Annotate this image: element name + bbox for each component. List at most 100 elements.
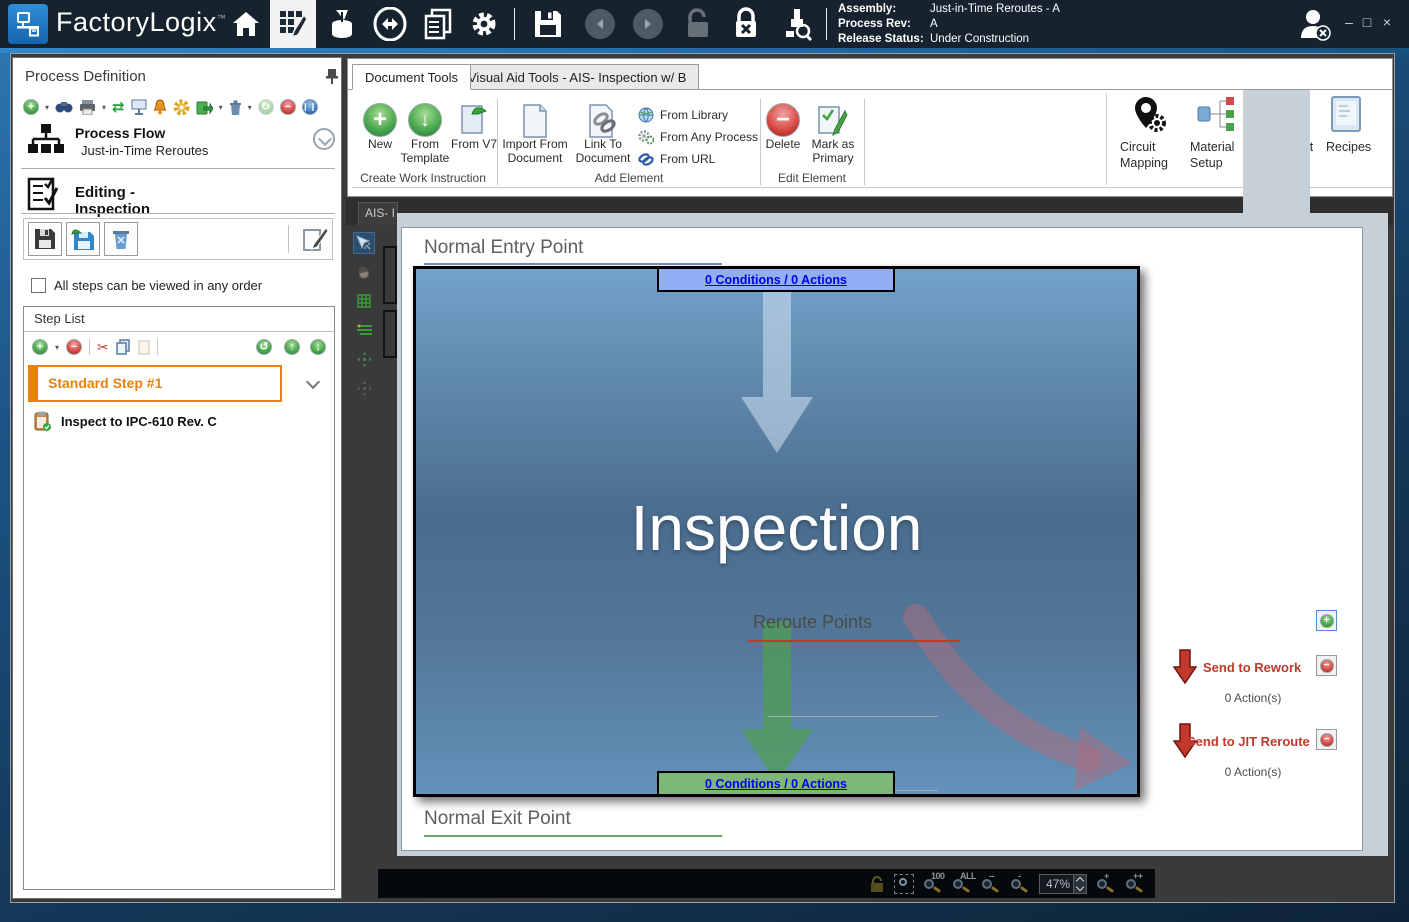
print-icon[interactable] (79, 100, 96, 115)
work-instructions-icon[interactable] (270, 0, 316, 48)
page-thumbnail[interactable] (383, 310, 397, 358)
lock-x-icon[interactable] (726, 6, 766, 42)
maximize-button[interactable]: □ (1356, 14, 1378, 30)
pause-icon[interactable]: ❙❙ (302, 99, 318, 115)
back-icon[interactable] (580, 6, 620, 42)
forward-icon[interactable] (628, 6, 668, 42)
copy-icon[interactable] (116, 339, 131, 355)
zoom-fit-all-icon[interactable]: ALL (952, 874, 972, 894)
reroute-actions-count[interactable]: 0 Action(s) (1178, 691, 1328, 705)
reroute-actions-count[interactable]: 0 Action(s) (1178, 765, 1328, 779)
paste-icon[interactable] (138, 340, 150, 355)
gear-icon[interactable] (173, 99, 190, 116)
export-icon[interactable] (196, 100, 213, 115)
reroute-item-label[interactable]: Send to Rework (1203, 660, 1301, 675)
from-any-process-button[interactable]: From Any Process (638, 127, 758, 147)
edit-step-button[interactable] (298, 222, 332, 256)
checkbox[interactable] (31, 278, 46, 293)
reroute-item-label[interactable]: Send to JIT Reroute (1187, 734, 1310, 749)
circuit-mapping-button[interactable] (1130, 95, 1168, 135)
align-tool-icon[interactable] (353, 319, 375, 341)
from-library-button[interactable]: From Library (638, 105, 728, 125)
pin-icon[interactable] (325, 68, 339, 84)
reroute-arrow-icon (1173, 649, 1197, 685)
reroute-swap-icon[interactable]: ⇄ (112, 98, 125, 116)
process-flow-row[interactable]: Process Flow Just-in-Time Reroutes (27, 122, 327, 160)
collapse-chevron-icon[interactable] (313, 128, 335, 150)
page-thumbnail[interactable] (383, 246, 397, 304)
tab-document-tools[interactable]: Document Tools (352, 64, 471, 90)
zoom-spinner[interactable] (1073, 875, 1086, 893)
zoom-level-field[interactable]: 47% (1039, 874, 1087, 894)
presentation-icon[interactable] (131, 99, 147, 115)
release-status-label: Release Status: (838, 32, 930, 47)
zoom-in-icon[interactable]: + (1096, 874, 1116, 894)
mark-as-primary-button[interactable] (816, 103, 848, 139)
marquee-zoom-icon[interactable] (894, 874, 914, 894)
settings-gear-icon[interactable] (464, 6, 504, 42)
cut-icon[interactable]: ✂ (97, 339, 109, 356)
save-close-button[interactable] (66, 222, 100, 256)
home-icon[interactable] (226, 6, 266, 42)
documents-icon[interactable] (418, 6, 458, 42)
user-account-icon[interactable] (1296, 6, 1336, 44)
remove-reroute-button[interactable]: − (1316, 729, 1337, 750)
delete-icon[interactable] (229, 100, 242, 115)
zoom-100-icon[interactable]: 100 (923, 874, 943, 894)
tab-visual-aid-tools[interactable]: Visual Aid Tools - AIS- Inspection w/ B (455, 64, 699, 90)
exit-conditions-link[interactable]: 0 Conditions / 0 Actions (705, 777, 847, 791)
pan-tool-icon[interactable] (353, 261, 375, 283)
add-step-icon[interactable]: + (32, 339, 48, 355)
save-step-button[interactable] (28, 222, 62, 256)
new-work-instruction-button[interactable]: + (363, 103, 397, 137)
unlock-icon[interactable] (678, 6, 718, 42)
remove-reroute-button[interactable]: − (1316, 655, 1337, 676)
normal-entry-heading: Normal Entry Point (424, 237, 583, 259)
find-icon[interactable] (55, 100, 73, 114)
delete-element-button[interactable]: − (766, 103, 800, 137)
renumber-steps-icon[interactable]: ↺ (256, 339, 272, 355)
remove-step-icon[interactable]: − (66, 339, 82, 355)
editing-checklist-icon (27, 176, 61, 212)
print-dropdown-caret[interactable]: ▾ (102, 103, 106, 112)
remove-icon[interactable]: − (280, 99, 296, 115)
document-tab-ais[interactable]: AIS- I (358, 202, 398, 225)
recipes-button[interactable] (1328, 95, 1364, 135)
close-button[interactable]: × (1376, 14, 1398, 30)
add-icon[interactable]: + (23, 99, 39, 115)
production-icon[interactable] (322, 6, 362, 42)
from-v7-button[interactable] (458, 103, 488, 137)
lock-view-icon[interactable] (869, 875, 885, 893)
delete-dropdown-caret[interactable]: ▾ (248, 103, 252, 112)
add-step-caret[interactable]: ▾ (55, 343, 59, 352)
step-item-row[interactable]: Inspect to IPC-610 Rev. C (34, 411, 217, 431)
transfer-icon[interactable] (370, 6, 410, 42)
save-icon[interactable] (528, 6, 568, 42)
grid-tool-icon[interactable] (353, 290, 375, 312)
inspection-operation-box[interactable]: Inspection (413, 266, 1140, 797)
process-audit-icon[interactable] (778, 6, 818, 42)
add-reroute-button[interactable]: + (1316, 610, 1337, 631)
move-node-icon[interactable] (353, 348, 375, 370)
from-url-button[interactable]: From URL (638, 149, 715, 169)
zoom-out-more-icon[interactable]: -- (981, 874, 1001, 894)
step-expand-chevron[interactable] (306, 375, 320, 389)
view-order-option[interactable]: All steps can be viewed in any order (31, 278, 262, 293)
from-template-button[interactable]: ↓ (408, 103, 442, 137)
step-row-selected[interactable]: Standard Step #1 (28, 365, 282, 402)
zoom-in-more-icon[interactable]: ++ (1125, 874, 1145, 894)
move-all-icon[interactable] (353, 377, 375, 399)
zoom-out-icon[interactable]: - (1010, 874, 1030, 894)
import-from-document-button[interactable] (520, 103, 550, 139)
link-to-document-button[interactable] (586, 103, 618, 139)
add-dropdown-caret[interactable]: ▾ (45, 103, 49, 112)
entry-conditions-link[interactable]: 0 Conditions / 0 Actions (705, 273, 847, 287)
discard-button[interactable] (104, 222, 138, 256)
move-step-up-icon[interactable]: ↑ (284, 339, 300, 355)
export-dropdown-caret[interactable]: ▾ (219, 103, 223, 112)
material-setup-button[interactable] (1196, 95, 1236, 135)
move-step-down-icon[interactable]: ↓ (310, 339, 326, 355)
refresh-icon[interactable]: ↻ (258, 99, 274, 115)
notification-bell-icon[interactable] (153, 99, 167, 115)
select-tool-icon[interactable] (353, 232, 375, 254)
